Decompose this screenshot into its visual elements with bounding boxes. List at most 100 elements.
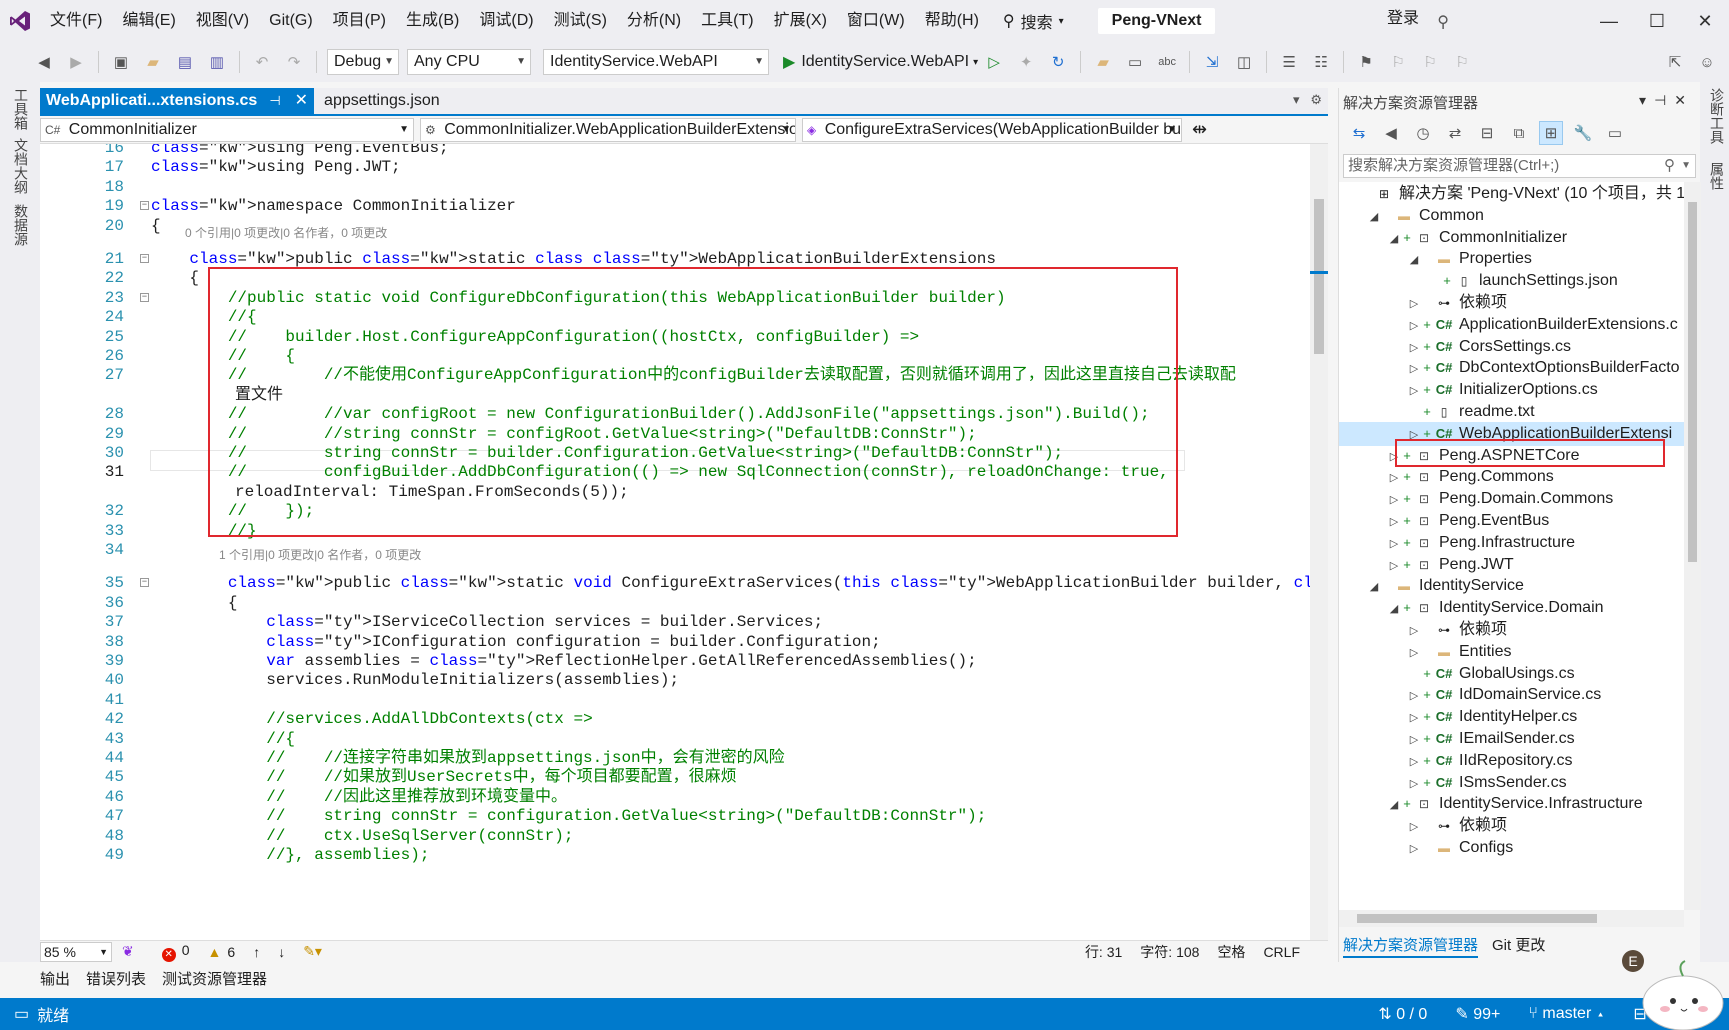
code-line[interactable]: 43 //{ — [40, 729, 1288, 750]
code-line[interactable]: 48 // ctx.UseSqlServer(connStr); — [40, 826, 1288, 847]
comment-icon[interactable]: ☰ — [1277, 50, 1301, 74]
editor-vertical-scrollbar[interactable] — [1310, 144, 1328, 940]
maximize-button[interactable]: ☐ — [1633, 0, 1681, 42]
menu-item[interactable]: 文件(F) — [40, 0, 112, 42]
tree-item[interactable]: ◢ ▬ IdentityService — [1339, 574, 1684, 598]
back-icon[interactable]: ◀ — [1379, 121, 1403, 145]
tab-toolbox[interactable]: 工具箱 — [11, 88, 31, 130]
warnings-indicator[interactable]: ▲ 6 — [208, 944, 236, 960]
close-icon[interactable]: ✕ — [295, 88, 308, 114]
code-line[interactable]: 17 class="kw">using Peng.JWT; — [40, 157, 1288, 178]
menu-item[interactable]: 窗口(W) — [837, 0, 915, 42]
menu-item[interactable]: 编辑(E) — [112, 0, 185, 42]
code-line[interactable]: 49 //}, assemblies); — [40, 845, 1288, 866]
tree-item[interactable]: ▷ + C# ISmsSender.cs — [1339, 771, 1684, 795]
person-icon[interactable]: ☺ — [1695, 50, 1719, 74]
step-icon[interactable]: ⇲ — [1200, 50, 1224, 74]
tree-item[interactable]: ▷ + C# IdDomainService.cs — [1339, 683, 1684, 707]
menu-item[interactable]: Git(G) — [259, 0, 323, 42]
back-icon[interactable]: ◀ — [32, 50, 56, 74]
codelens-info[interactable]: 1 个引用|0 项更改|0 名作者，0 项更改 — [219, 546, 421, 564]
menu-item[interactable]: 视图(V) — [186, 0, 259, 42]
tab-git-changes[interactable]: Git 更改 — [1492, 934, 1545, 958]
menu-item[interactable]: 生成(B) — [396, 0, 469, 42]
tree-item[interactable]: + ▯ readme.txt — [1339, 400, 1684, 424]
solution-tree-vertical-scrollbar[interactable] — [1684, 182, 1701, 910]
tree-item[interactable]: ▷ + ⊡ Peng.Domain.Commons — [1339, 487, 1684, 511]
fold-toggle-icon[interactable]: − — [140, 201, 149, 211]
menu-item[interactable]: 分析(N) — [617, 0, 691, 42]
solution-tree[interactable]: ⊞ 解决方案 'Peng-VNext' (10 个项目，共 10 ◢ ▬ Common ◢… — [1339, 182, 1684, 910]
tab-diagnostic-tools[interactable]: 诊断工具 — [1707, 88, 1727, 144]
bookmark-icon[interactable]: ⚑ — [1354, 50, 1378, 74]
code-line[interactable]: 45 // //如果放到UserSecrets中，每个项目都要配置，很麻烦 — [40, 767, 1288, 788]
member-select[interactable]: ◈ ConfigureExtraServices(WebApplicationB… — [802, 117, 1182, 142]
panel-window-controls[interactable]: ▾⊣✕ — [1639, 92, 1694, 109]
code-line[interactable]: 18 — [40, 177, 1288, 198]
code-line[interactable]: 47 // string connStr = configuration.Get… — [40, 806, 1288, 827]
tab-document-outline[interactable]: 文档大纲 — [11, 138, 31, 194]
fold-toggle-icon[interactable]: − — [140, 578, 149, 588]
tree-item[interactable]: ▷ + C# InitializerOptions.cs — [1339, 378, 1684, 402]
type-select[interactable]: ⚙ CommonInitializer.WebApplicationBuilde… — [420, 117, 796, 142]
clear-bookmark-icon[interactable]: ⚐ — [1450, 50, 1474, 74]
minimize-button[interactable]: — — [1585, 0, 1633, 42]
code-line[interactable]: 35 − class="kw">public class="kw">static … — [40, 573, 1328, 594]
preview-icon[interactable]: ▭ — [1603, 121, 1627, 145]
tree-item[interactable]: ▷ + ⊡ Peng.JWT — [1339, 553, 1684, 577]
code-line[interactable]: 19 − class="kw">namespace CommonInitialize… — [40, 196, 1288, 217]
scrollbar-thumb[interactable] — [1688, 202, 1697, 562]
hot-reload-icon[interactable]: ✦ — [1014, 50, 1038, 74]
char-indicator[interactable]: 字符: 108 — [1140, 942, 1199, 962]
pin-icon[interactable]: ⊣ — [269, 88, 280, 114]
search-button[interactable]: ⚲ 搜索 ▾ — [1003, 9, 1064, 33]
collapse-all-icon[interactable]: ⊟ — [1475, 121, 1499, 145]
window-layout-icon[interactable]: ▭ — [1123, 50, 1147, 74]
menu-item[interactable]: 项目(P) — [323, 0, 396, 42]
show-all-files-icon[interactable]: ⧉ — [1507, 121, 1531, 145]
forward-icon[interactable]: ▶ — [64, 50, 88, 74]
project-select[interactable]: C# CommonInitializer ▼ — [40, 117, 414, 142]
menu-item[interactable]: 工具(T) — [691, 0, 763, 42]
menu-item[interactable]: 测试(S) — [544, 0, 617, 42]
save-icon[interactable]: ▤ — [173, 50, 197, 74]
tab-error-list[interactable]: 错误列表 — [86, 968, 146, 989]
tree-item[interactable]: ▷ + C# IEmailSender.cs — [1339, 727, 1684, 751]
code-line[interactable]: 38 class="ty">IConfiguration configurati… — [40, 632, 1288, 653]
copilot-icon[interactable]: ❦ — [122, 943, 134, 960]
expand-arrow-icon[interactable]: ▷ — [1407, 837, 1421, 861]
code-line[interactable]: 37 class="ty">IServiceCollection service… — [40, 612, 1288, 633]
code-line[interactable]: 44 // //连接字符串如果放到appsettings.json中，会有泄密的… — [40, 748, 1288, 769]
cleanup-icon[interactable]: ✎▾ — [303, 943, 322, 960]
tab-overflow-controls[interactable]: ▾ ⚙ — [1293, 92, 1322, 108]
code-line[interactable]: 36 { — [40, 593, 1288, 614]
prev-issue-icon[interactable]: ↑ — [253, 944, 260, 960]
tab-webapplicationbuilderextensions[interactable]: WebApplicati...xtensions.cs ⊣ ✕ — [40, 88, 315, 114]
code-editor[interactable]: 16 class="kw">using Peng.EventBus; 17 class… — [40, 144, 1328, 940]
tab-test-explorer[interactable]: 测试资源管理器 — [162, 968, 267, 989]
code-line[interactable]: 41 — [40, 690, 1288, 711]
whitespace-indicator[interactable]: 空格 — [1217, 942, 1245, 962]
split-editor-icon[interactable]: ⇹ — [1192, 119, 1207, 140]
tree-item[interactable]: ▷ + C# ApplicationBuilderExtensions.c — [1339, 313, 1684, 337]
pending-changes-icon[interactable]: ⇄ — [1443, 121, 1467, 145]
tree-item[interactable]: ◢ + ⊡ IdentityService.Infrastructure — [1339, 792, 1684, 816]
scrollbar-thumb[interactable] — [1357, 914, 1597, 923]
config-select[interactable]: Debug ▼ — [327, 49, 399, 75]
tree-item[interactable]: ▷ + C# DbContextOptionsBuilderFacto — [1339, 356, 1684, 380]
share-icon[interactable]: ⇱ — [1663, 50, 1687, 74]
run-button[interactable]: ▶ IdentityService.WebAPI ▾ — [783, 52, 978, 72]
properties-icon[interactable]: 🔧 — [1571, 121, 1595, 145]
solution-tree-horizontal-scrollbar[interactable] — [1339, 910, 1684, 927]
redo-icon[interactable]: ↷ — [282, 50, 306, 74]
split-icon[interactable]: ◫ — [1232, 50, 1256, 74]
new-item-icon[interactable]: ▣ — [109, 50, 133, 74]
fold-toggle-icon[interactable]: − — [140, 254, 149, 263]
codelens-info[interactable]: 0 个引用|0 项更改|0 名作者，0 项更改 — [185, 224, 387, 242]
tree-item[interactable]: ▷ + ⊡ Peng.Infrastructure — [1339, 531, 1684, 555]
tab-properties[interactable]: 属性 — [1707, 162, 1727, 190]
tree-item[interactable]: ▷ ▬ Configs — [1339, 836, 1684, 860]
next-issue-icon[interactable]: ↓ — [278, 944, 285, 960]
prev-bookmark-icon[interactable]: ⚐ — [1386, 50, 1410, 74]
person-icon[interactable]: ⚲ — [1437, 12, 1449, 32]
